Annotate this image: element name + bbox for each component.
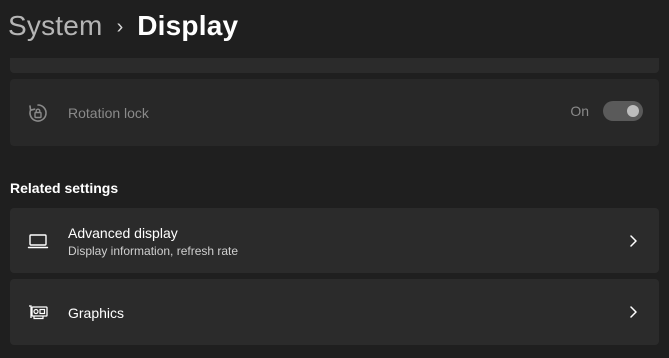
breadcrumb-system-link[interactable]: System bbox=[8, 10, 103, 42]
advanced-display-row[interactable]: Advanced display Display information, re… bbox=[10, 208, 659, 273]
previous-setting-card[interactable] bbox=[10, 58, 659, 73]
chevron-right-icon bbox=[627, 305, 639, 319]
breadcrumb-separator: › bbox=[116, 16, 124, 38]
advanced-display-subtitle: Display information, refresh rate bbox=[68, 244, 239, 258]
rotation-lock-toggle-area: On bbox=[570, 101, 643, 121]
rotation-lock-icon bbox=[26, 101, 50, 125]
page-title: Display bbox=[137, 10, 239, 41]
toggle-state-label: On bbox=[570, 103, 589, 119]
rotation-lock-row: Rotation lock On bbox=[10, 79, 659, 146]
monitor-icon bbox=[26, 229, 50, 253]
breadcrumb: System › Display bbox=[8, 6, 238, 46]
graphics-card-icon bbox=[26, 300, 50, 324]
chevron-right-icon bbox=[627, 234, 639, 248]
rotation-lock-toggle[interactable] bbox=[603, 101, 643, 121]
toggle-knob bbox=[627, 105, 639, 117]
advanced-display-title: Advanced display bbox=[68, 225, 178, 241]
rotation-lock-label: Rotation lock bbox=[68, 105, 149, 121]
settings-page: System › Display Rotation lock On Relate… bbox=[0, 0, 669, 358]
graphics-row[interactable]: Graphics bbox=[10, 279, 659, 345]
related-settings-heading: Related settings bbox=[10, 180, 119, 196]
graphics-title: Graphics bbox=[68, 305, 125, 321]
